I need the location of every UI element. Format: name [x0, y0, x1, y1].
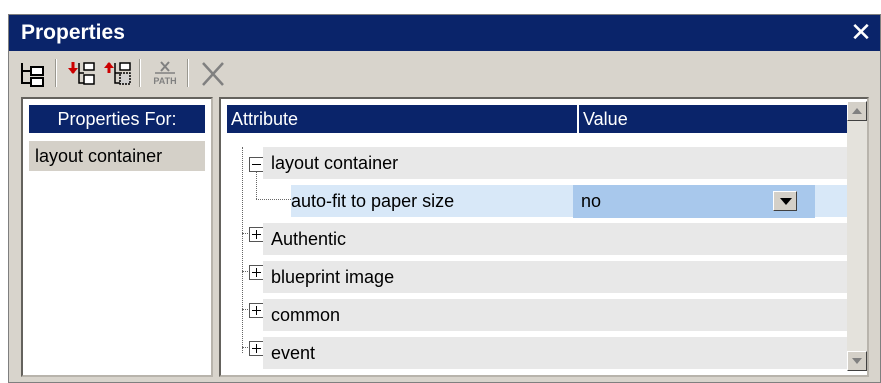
- group-label: event: [271, 343, 316, 363]
- properties-window: Properties ✕ PATH Properties For: layout…: [8, 14, 881, 383]
- insert-before-icon[interactable]: [65, 59, 97, 89]
- scroll-down-icon[interactable]: [847, 351, 867, 371]
- toolbar-separator: [139, 59, 141, 87]
- window-title: Properties: [21, 21, 125, 44]
- expand-icon[interactable]: [249, 303, 264, 318]
- tree-line: [242, 147, 243, 353]
- value-text: no: [581, 191, 602, 211]
- attribute-grid: Attribute Value layout container auto-fi…: [219, 97, 869, 377]
- delete-icon[interactable]: [197, 59, 229, 89]
- tree-view-icon[interactable]: [17, 59, 49, 89]
- close-icon[interactable]: ✕: [848, 19, 874, 45]
- properties-for-header: Properties For:: [29, 105, 205, 133]
- value-cell[interactable]: no: [573, 185, 815, 218]
- expand-icon[interactable]: [249, 265, 264, 280]
- group-label: blueprint image: [271, 267, 395, 287]
- dropdown-arrow-icon[interactable]: [773, 191, 797, 211]
- scroll-up-icon[interactable]: [847, 101, 867, 121]
- group-label: layout container: [271, 153, 399, 173]
- group-row-common[interactable]: common: [263, 299, 847, 334]
- expand-icon[interactable]: [249, 341, 264, 356]
- properties-for-panel: Properties For: layout container: [21, 97, 213, 377]
- collapse-icon[interactable]: [249, 157, 264, 172]
- attribute-label: auto-fit to paper size: [291, 191, 455, 211]
- group-row-layout-container[interactable]: layout container: [263, 147, 847, 182]
- group-label: common: [271, 305, 341, 325]
- group-label: Authentic: [271, 229, 347, 249]
- append-icon[interactable]: [101, 59, 133, 89]
- attribute-row-auto-fit[interactable]: auto-fit to paper size no: [291, 185, 847, 220]
- expand-icon[interactable]: [249, 227, 264, 242]
- title-bar: Properties ✕: [9, 15, 880, 51]
- toolbar: PATH: [9, 51, 880, 95]
- xpath-label: PATH: [153, 76, 176, 86]
- xpath-icon[interactable]: PATH: [149, 59, 181, 89]
- value-column-header[interactable]: Value: [579, 105, 847, 133]
- attribute-column-header[interactable]: Attribute: [227, 105, 577, 133]
- group-row-event[interactable]: event: [263, 337, 847, 372]
- group-row-authentic[interactable]: Authentic: [263, 223, 847, 258]
- group-row-blueprint-image[interactable]: blueprint image: [263, 261, 847, 296]
- toolbar-separator: [187, 59, 189, 87]
- vertical-scrollbar[interactable]: [847, 101, 867, 371]
- toolbar-separator: [55, 59, 57, 87]
- tree-line: [256, 199, 291, 200]
- properties-for-item[interactable]: layout container: [29, 141, 205, 171]
